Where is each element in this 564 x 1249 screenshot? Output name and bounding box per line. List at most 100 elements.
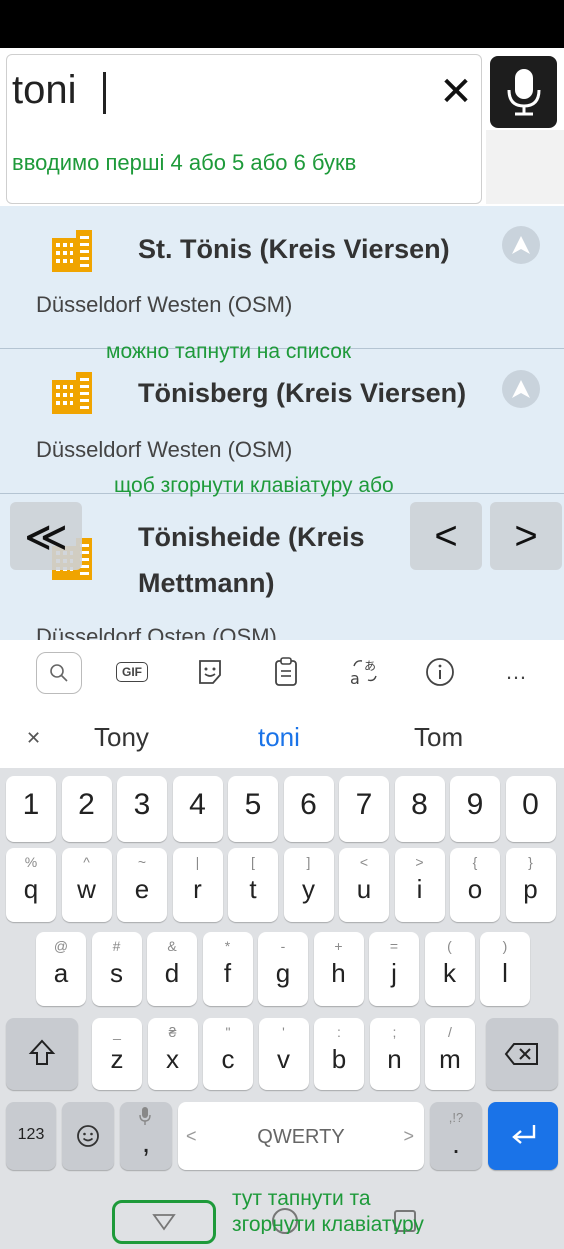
letter-key-p[interactable]: } p (505, 848, 556, 922)
search-input-value[interactable]: toni (12, 68, 77, 113)
key-label: 2 (78, 788, 95, 821)
previous-button[interactable]: < (410, 502, 482, 570)
period-label: . (452, 1128, 460, 1159)
key-label: w (77, 874, 96, 904)
number-key-9[interactable]: 9 (450, 776, 500, 842)
letter-key-c[interactable]: " c (203, 1018, 253, 1090)
letter-key-u[interactable]: < u (339, 848, 389, 922)
hide-keyboard-button[interactable] (112, 1200, 216, 1244)
space-key[interactable]: < QWERTY > (178, 1102, 424, 1170)
number-key-1[interactable]: 1 (6, 776, 56, 842)
key-secondary-symbol: @ (53, 938, 69, 954)
letter-key-b[interactable]: :b (314, 1018, 364, 1090)
letter-key-q[interactable]: % q (6, 848, 56, 922)
letter-key-v[interactable]: ' v (258, 1018, 309, 1090)
hint-tap-here-line2: згорнути клавіатуру (232, 1213, 424, 1234)
suggestion-item[interactable]: Tom (414, 722, 463, 753)
navigate-arrow-icon[interactable] (502, 370, 540, 408)
gif-icon[interactable]: GIF (112, 652, 152, 692)
number-key-7[interactable]: 7 (339, 776, 389, 842)
microphone-icon (507, 69, 540, 116)
more-icon[interactable]: … (496, 652, 536, 692)
key-secondary-symbol: ~ (137, 854, 147, 870)
key-label: 1 (22, 788, 40, 821)
number-key-0[interactable]: 0 (505, 776, 556, 842)
letter-key-l[interactable]: ) l (480, 932, 530, 1006)
emoji-key[interactable] (62, 1102, 114, 1170)
key-secondary-symbol: & (167, 938, 177, 954)
letter-key-t[interactable]: [t (228, 848, 278, 922)
numbers-mode-key[interactable]: 123 (6, 1102, 56, 1170)
clipboard-icon[interactable] (266, 652, 306, 692)
letter-key-z[interactable]: _ z (92, 1018, 142, 1090)
key-label: k (443, 958, 456, 988)
next-button[interactable]: > (490, 502, 562, 570)
result-title-line2[interactable]: Mettmann) (138, 568, 275, 599)
comma-key[interactable]: , (120, 1102, 172, 1170)
letter-key-o[interactable]: {o (450, 848, 500, 922)
result-subtitle: Düsseldorf Osten (OSM) (36, 624, 277, 640)
letter-key-g[interactable]: -g (258, 932, 308, 1006)
letter-key-m[interactable]: / m (425, 1018, 475, 1090)
backspace-key[interactable] (486, 1018, 558, 1090)
enter-icon (512, 1125, 536, 1144)
result-title-line1[interactable]: Tönisheide (Kreis (138, 522, 365, 553)
suggestion-item[interactable]: Tony (94, 722, 149, 753)
numbers-mode-label: 123 (17, 1126, 45, 1143)
clear-icon[interactable]: ✕ (436, 70, 476, 114)
key-label: a (53, 958, 69, 988)
sticker-icon[interactable] (190, 652, 230, 692)
number-key-8[interactable]: 8 (394, 776, 445, 842)
letter-key-x[interactable]: ₴ x (147, 1018, 198, 1090)
triangle-down-icon (152, 1214, 176, 1231)
space-right-arrow: > (403, 1126, 414, 1146)
letter-key-f[interactable]: * f (202, 932, 253, 1006)
number-key-6[interactable]: 6 (283, 776, 334, 842)
number-key-3[interactable]: 3 (117, 776, 167, 842)
number-key-2[interactable]: 2 (61, 776, 112, 842)
key-label: f (223, 958, 232, 988)
letter-key-r[interactable]: | r (172, 848, 223, 922)
letter-key-h[interactable]: + h (313, 932, 364, 1006)
key-secondary-symbol: : (337, 1024, 341, 1040)
hint-tap-here-line1: тут тапнути та (232, 1187, 371, 1210)
search-field[interactable] (6, 54, 482, 204)
letter-key-e[interactable]: ~ e (117, 848, 167, 922)
key-label: c (221, 1044, 235, 1074)
info-icon[interactable] (420, 652, 460, 692)
collapse-suggestions-icon[interactable]: ✕ (26, 728, 41, 749)
result-title[interactable]: Tönisberg (Kreis Viersen) (138, 378, 466, 409)
key-label: t (249, 874, 257, 904)
shift-key[interactable] (6, 1018, 78, 1090)
backspace-icon (504, 1043, 538, 1065)
letter-key-s[interactable]: # s (91, 932, 142, 1006)
key-label: 3 (133, 788, 151, 821)
letter-key-w[interactable]: ^ w (61, 848, 112, 922)
first-page-button[interactable]: ≪ (10, 502, 82, 570)
microphone-small-icon (139, 1107, 151, 1125)
enter-key[interactable] (488, 1102, 558, 1170)
letter-key-k[interactable]: (k (424, 932, 475, 1006)
svg-text:a: a (350, 669, 360, 688)
key-secondary-symbol: " (225, 1024, 231, 1040)
period-key[interactable]: ,!? . (430, 1102, 482, 1170)
letter-key-n[interactable]: ; n (369, 1018, 420, 1090)
suggestion-item-highlighted[interactable]: toni (258, 722, 300, 753)
search-icon[interactable] (36, 652, 82, 694)
letter-key-d[interactable]: & d (147, 932, 197, 1006)
comma-label: , (141, 1126, 151, 1159)
key-label: 6 (300, 788, 317, 821)
key-label: q (23, 874, 39, 904)
key-secondary-symbol: < (359, 854, 369, 870)
microphone-button[interactable] (490, 56, 557, 128)
letter-key-y[interactable]: ] y (283, 848, 334, 922)
result-title[interactable]: St. Tönis (Kreis Viersen) (138, 234, 450, 265)
number-key-5[interactable]: 5 (228, 776, 278, 842)
key-secondary-symbol: * (224, 938, 231, 954)
letter-key-j[interactable]: = j (369, 932, 419, 1006)
translate-icon[interactable]: aあ (344, 652, 384, 692)
letter-key-a[interactable]: @ a (36, 932, 86, 1006)
number-key-4[interactable]: 4 (172, 776, 223, 842)
letter-key-i[interactable]: > i (394, 848, 445, 922)
navigate-arrow-icon[interactable] (502, 226, 540, 264)
